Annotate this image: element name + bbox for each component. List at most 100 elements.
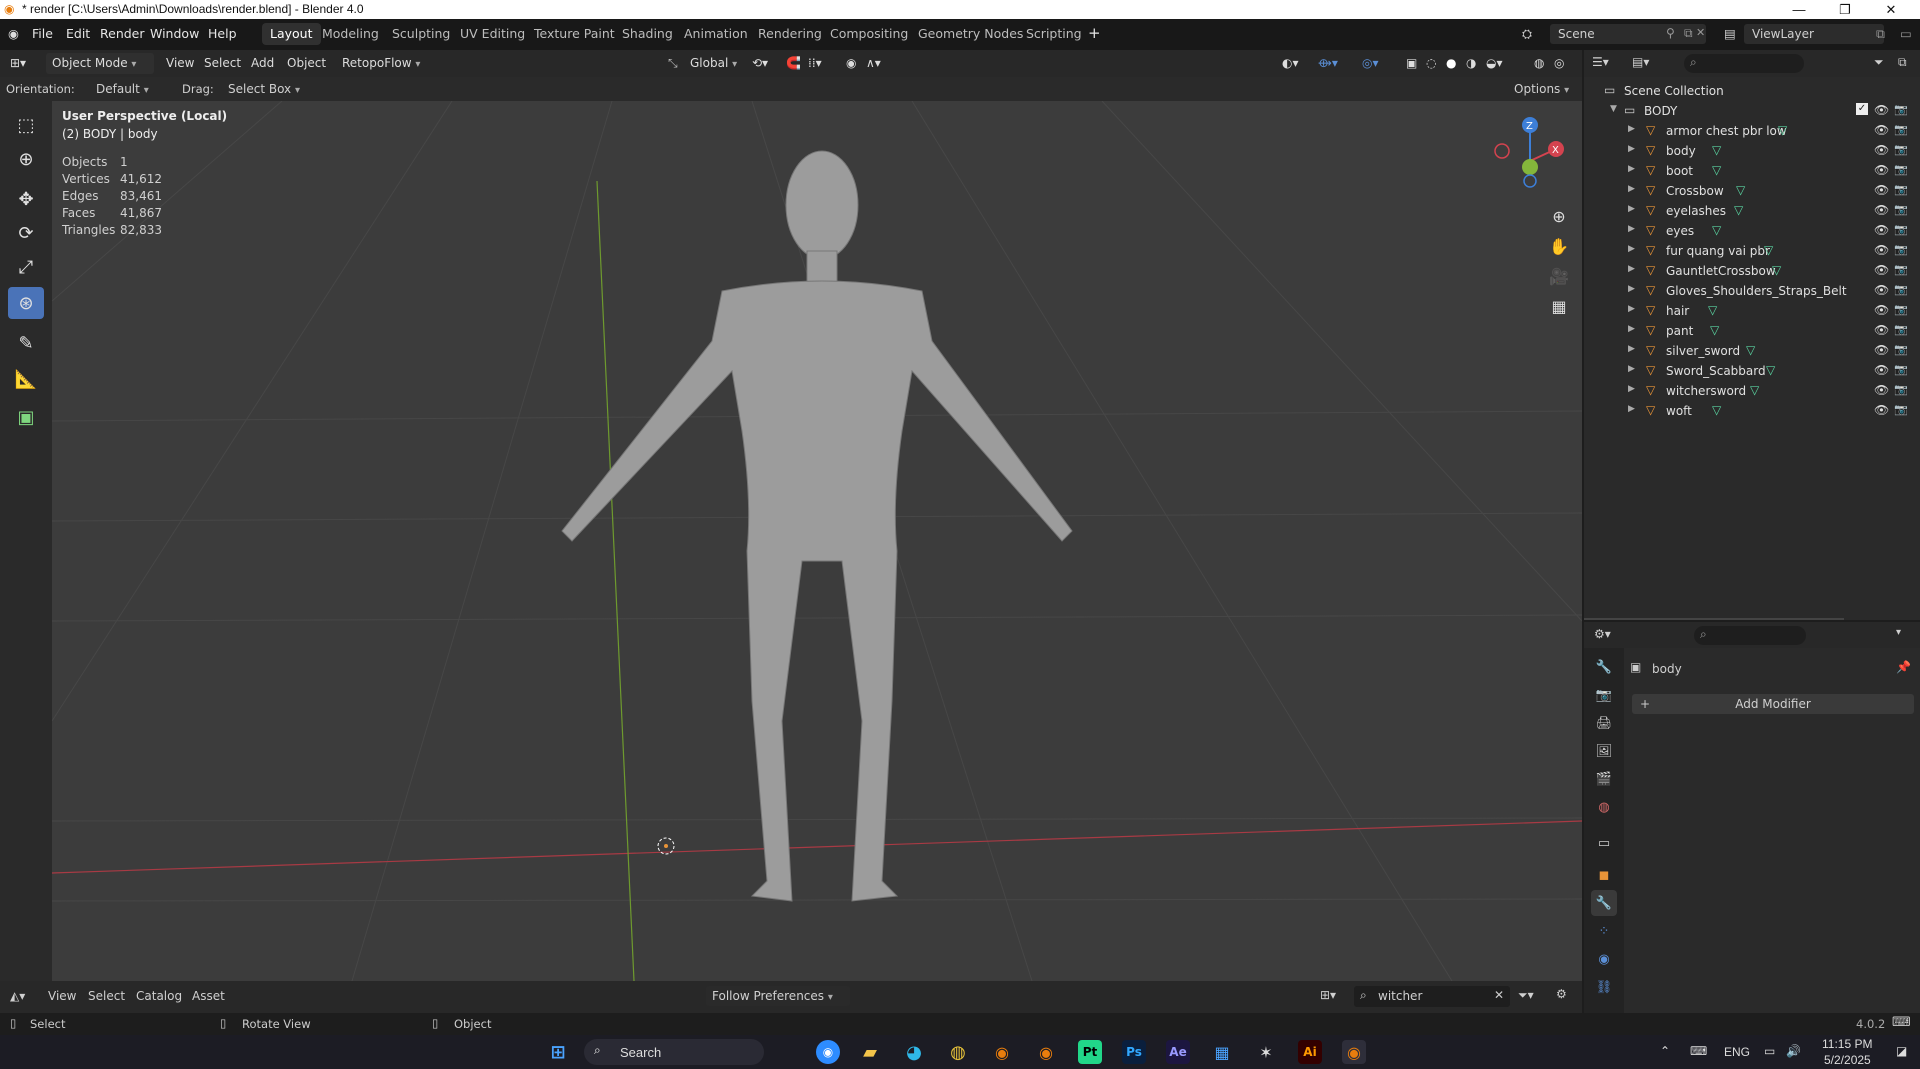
outliner-object-row[interactable]: ▶ ▽ woft ▽ 👁 📷 bbox=[1584, 401, 1920, 421]
properties-editor-icon[interactable]: ⚙▾ bbox=[1594, 627, 1611, 641]
gizmo-y-axis[interactable] bbox=[1522, 159, 1538, 175]
add-modifier-button[interactable]: + Add Modifier bbox=[1632, 694, 1914, 714]
select-box-tool-icon[interactable]: ⬚ bbox=[8, 109, 44, 141]
blender-taskbar-icon-1[interactable]: ◉ bbox=[990, 1040, 1014, 1064]
menu-file[interactable]: File bbox=[32, 26, 53, 41]
mesh-data-icon[interactable]: ▽ bbox=[1734, 203, 1743, 217]
mesh-data-icon[interactable]: ▽ bbox=[1772, 263, 1781, 277]
solid-shading-icon[interactable]: ● bbox=[1446, 53, 1456, 74]
rotate-tool-icon[interactable]: ⟳ bbox=[8, 217, 44, 249]
eye-icon[interactable]: 👁 bbox=[1874, 183, 1889, 197]
eye-icon[interactable]: 👁 bbox=[1874, 363, 1889, 377]
outliner-object-row[interactable]: ▶ ▽ eyes ▽ 👁 📷 bbox=[1584, 221, 1920, 241]
navigation-gizmo[interactable]: Z X bbox=[1484, 109, 1564, 189]
camera-icon[interactable]: 📷 bbox=[1894, 103, 1908, 116]
outliner-object-row[interactable]: ▶ ▽ pant ▽ 👁 📷 bbox=[1584, 321, 1920, 341]
camera-view-icon[interactable]: 🎥 bbox=[1546, 263, 1572, 289]
view-layer-icon[interactable]: ▤ bbox=[1724, 26, 1736, 41]
object-name[interactable]: armor chest pbr low bbox=[1666, 124, 1787, 138]
camera-icon[interactable]: 📷 bbox=[1894, 203, 1908, 216]
camera-icon[interactable]: 📷 bbox=[1894, 243, 1908, 256]
outliner-object-row[interactable]: ▶ ▽ eyelashes ▽ 👁 📷 bbox=[1584, 201, 1920, 221]
rendered-shading-icon[interactable]: ◒▾ bbox=[1486, 53, 1503, 74]
tab-modeling[interactable]: Modeling bbox=[314, 23, 387, 45]
scene-selector-icon[interactable]: ⛭ bbox=[1522, 26, 1532, 42]
tab-texture-paint[interactable]: Texture Paint bbox=[526, 23, 623, 45]
menu-edit[interactable]: Edit bbox=[66, 26, 90, 41]
outliner-object-row[interactable]: ▶ ▽ hair ▽ 👁 📷 bbox=[1584, 301, 1920, 321]
notification-icon[interactable]: ◪ bbox=[1896, 1044, 1907, 1058]
outliner-object-row[interactable]: ▶ ▽ Crossbow ▽ 👁 📷 bbox=[1584, 181, 1920, 201]
camera-icon[interactable]: 📷 bbox=[1894, 163, 1908, 176]
object-name[interactable]: witchersword bbox=[1666, 384, 1746, 398]
mesh-data-icon[interactable]: ▽ bbox=[1750, 383, 1759, 397]
annotate-tool-icon[interactable]: ✎ bbox=[8, 327, 44, 359]
object-name[interactable]: pant bbox=[1666, 324, 1693, 338]
eye-icon[interactable]: 👁 bbox=[1874, 243, 1889, 257]
object-name[interactable]: woft bbox=[1666, 404, 1692, 418]
move-tool-icon[interactable]: ✥ bbox=[8, 183, 44, 215]
display-mode-icon[interactable]: ▤▾ bbox=[1632, 55, 1649, 69]
expand-arrow-icon[interactable]: ▶ bbox=[1628, 364, 1635, 374]
mesh-data-icon[interactable]: ▽ bbox=[1736, 183, 1745, 197]
checkbox-icon[interactable]: ✓ bbox=[1856, 103, 1868, 115]
menu-window[interactable]: Window bbox=[150, 26, 199, 41]
expand-arrow-icon[interactable]: ▶ bbox=[1628, 144, 1635, 154]
add-menu[interactable]: Add bbox=[251, 53, 274, 74]
zoom-icon[interactable]: ⊕ bbox=[1546, 203, 1572, 229]
new-collection-icon[interactable]: ⧉ bbox=[1898, 55, 1907, 70]
outliner-object-row[interactable]: ▶ ▽ body ▽ 👁 📷 bbox=[1584, 141, 1920, 161]
new-view-layer-icon[interactable]: ⧉ bbox=[1876, 26, 1885, 42]
physics-tab-icon[interactable]: ◉ bbox=[1591, 946, 1617, 972]
filter-icon[interactable]: ⏷ bbox=[1874, 55, 1884, 70]
expand-arrow-icon[interactable]: ▶ bbox=[1628, 244, 1635, 254]
mesh-data-icon[interactable]: ▽ bbox=[1710, 323, 1719, 337]
illustrator-icon[interactable]: Ai bbox=[1298, 1040, 1322, 1064]
mesh-data-icon[interactable]: ▽ bbox=[1746, 343, 1755, 357]
eye-icon[interactable]: 👁 bbox=[1874, 143, 1889, 157]
camera-icon[interactable]: 📷 bbox=[1894, 363, 1908, 376]
eye-icon[interactable]: 👁 bbox=[1874, 383, 1889, 397]
camera-icon[interactable]: 📷 bbox=[1894, 343, 1908, 356]
object-name[interactable]: hair bbox=[1666, 304, 1689, 318]
tab-compositing[interactable]: Compositing bbox=[822, 23, 916, 45]
tool-tab-icon[interactable]: 🔧 bbox=[1591, 654, 1617, 680]
output-tab-icon[interactable]: 🖨 bbox=[1591, 710, 1617, 736]
eye-icon[interactable]: 👁 bbox=[1874, 283, 1889, 297]
object-name[interactable]: body bbox=[1666, 144, 1696, 158]
transform-orientation-icon[interactable]: ⤡ bbox=[668, 53, 678, 74]
network-icon[interactable]: ▭ bbox=[1764, 1044, 1775, 1058]
camera-icon[interactable]: 📷 bbox=[1894, 323, 1908, 336]
shading-extra-icon-2[interactable]: ◎ bbox=[1554, 53, 1564, 74]
tab-sculpting[interactable]: Sculpting bbox=[384, 23, 458, 45]
outliner-object-row[interactable]: ▶ ▽ silver_sword ▽ 👁 📷 bbox=[1584, 341, 1920, 361]
outliner-object-row[interactable]: ▶ ▽ GauntletCrossbow ▽ 👁 📷 bbox=[1584, 261, 1920, 281]
delete-scene-icon[interactable]: ✕ bbox=[1696, 26, 1705, 39]
tab-layout[interactable]: Layout bbox=[262, 23, 321, 45]
gizmo-neg-x[interactable] bbox=[1494, 143, 1510, 159]
store-icon[interactable]: ▦ bbox=[1210, 1040, 1234, 1064]
close-icon[interactable]: ✕ bbox=[1868, 0, 1914, 19]
eye-icon[interactable]: 👁 bbox=[1874, 263, 1889, 277]
gizmo-neg-z[interactable] bbox=[1523, 174, 1537, 188]
blender-active-taskbar-icon[interactable]: ◉ bbox=[1342, 1040, 1366, 1064]
collection-row-body[interactable]: ▼ ▭ BODY ✓ 👁 📷 bbox=[1584, 101, 1920, 121]
object-name[interactable]: fur quang vai pbr bbox=[1666, 244, 1770, 258]
outliner-object-row[interactable]: ▶ ▽ armor chest pbr low ▽ 👁 📷 bbox=[1584, 121, 1920, 141]
view-layer-tab-icon[interactable]: 🖼 bbox=[1591, 738, 1617, 764]
transform-tool-icon[interactable]: ⊛ bbox=[8, 287, 44, 319]
object-name[interactable]: Sword_Scabbard bbox=[1666, 364, 1766, 378]
outliner-object-row[interactable]: ▶ ▽ Gloves_Shoulders_Straps_Belt 👁 📷 bbox=[1584, 281, 1920, 301]
select-menu[interactable]: Select bbox=[204, 53, 241, 74]
expand-arrow-icon[interactable]: ▶ bbox=[1628, 304, 1635, 314]
xray-icon[interactable]: ▣ bbox=[1406, 53, 1417, 74]
camera-icon[interactable]: 📷 bbox=[1894, 283, 1908, 296]
expand-arrow-icon[interactable]: ▶ bbox=[1628, 184, 1635, 194]
pin-icon[interactable]: ⚲ bbox=[1666, 26, 1675, 40]
object-name[interactable]: eyelashes bbox=[1666, 204, 1726, 218]
outliner-search[interactable]: ⌕ bbox=[1684, 54, 1804, 73]
pan-hand-icon[interactable]: ✋ bbox=[1546, 233, 1572, 259]
mesh-data-icon[interactable]: ▽ bbox=[1708, 303, 1717, 317]
eye-icon[interactable]: 👁 bbox=[1874, 123, 1889, 137]
camera-icon[interactable]: 📷 bbox=[1894, 183, 1908, 196]
